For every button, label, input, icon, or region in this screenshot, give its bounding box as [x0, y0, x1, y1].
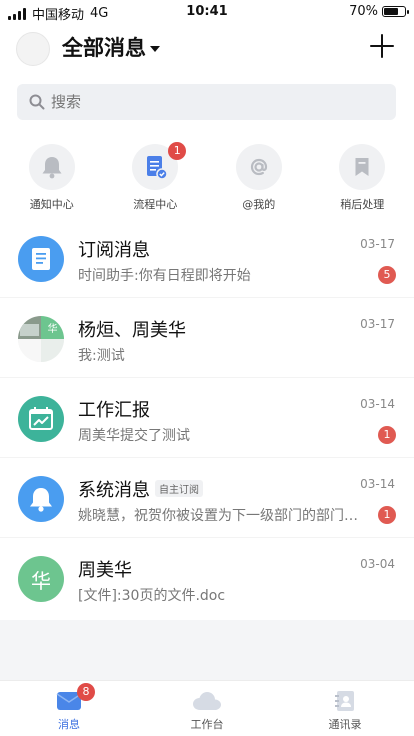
page-title: 全部消息 [62, 36, 146, 60]
quick-actions: 通知中心 1 流程中心 @我的 稍后处理 [0, 132, 414, 218]
group-avatar-icon: 华 [18, 316, 64, 362]
status-bar: 中国移动 4G 10:41 70% [0, 0, 414, 24]
message-title: 订阅消息 [78, 240, 150, 261]
quick-workflow-center[interactable]: 1 流程中心 [104, 132, 208, 218]
message-title: 杨烜、周美华 [78, 320, 186, 341]
message-date: 03-17 [360, 237, 395, 251]
quick-label: 稍后处理 [340, 198, 385, 211]
quick-at-me[interactable]: @我的 [207, 132, 311, 218]
messages-badge: 8 [77, 683, 95, 701]
bookmark-icon [339, 144, 386, 190]
workflow-badge: 1 [168, 142, 187, 160]
tab-workbench[interactable]: 工作台 [138, 681, 276, 736]
add-icon[interactable] [370, 34, 394, 58]
at-icon [235, 144, 282, 190]
workflow-doc-icon: 1 [132, 142, 187, 190]
quick-notification-center[interactable]: 通知中心 [0, 132, 104, 218]
contacts-icon [335, 691, 354, 711]
tab-label: 消息 [58, 718, 80, 731]
search-bar[interactable] [17, 84, 396, 120]
message-preview: 周美华提交了测试 [78, 428, 190, 444]
battery-percent: 70% [349, 4, 378, 19]
tab-label: 工作台 [190, 718, 224, 731]
message-date: 03-14 [360, 397, 395, 411]
tab-bar: 8 消息 工作台 通讯录 [0, 680, 414, 736]
message-title: 周美华 [78, 560, 132, 581]
cloud-icon [193, 692, 221, 710]
tab-contacts[interactable]: 通讯录 [276, 681, 414, 736]
unread-badge: 5 [378, 266, 396, 284]
unread-badge: 1 [378, 426, 396, 444]
list-item[interactable]: 华 周美华 03-04 [文件]:30页的文件.doc [0, 538, 414, 620]
header: 全部消息 [0, 24, 414, 72]
list-item[interactable]: 系统消息 自主订阅 03-14 姚晓慧，祝贺你被设置为下一级部门的部门… 1 [0, 458, 414, 538]
message-date: 03-04 [360, 557, 395, 571]
caret-down-icon [150, 46, 160, 52]
search-icon [29, 94, 45, 110]
tab-label: 通讯录 [328, 718, 362, 731]
quick-label: 通知中心 [29, 198, 74, 211]
avatar[interactable] [16, 32, 50, 66]
message-list: 订阅消息 03-17 时间助手:你有日程即将开始 5 华 杨烜、周美华 03-1… [0, 218, 414, 620]
subscription-tag: 自主订阅 [155, 480, 203, 497]
list-item[interactable]: 工作汇报 03-14 周美华提交了测试 1 [0, 378, 414, 458]
quick-label: @我的 [242, 198, 276, 211]
list-item[interactable]: 订阅消息 03-17 时间助手:你有日程即将开始 5 [0, 218, 414, 298]
message-title: 系统消息 自主订阅 [78, 476, 203, 502]
message-date: 03-14 [360, 477, 395, 491]
message-preview: 姚晓慧，祝贺你被设置为下一级部门的部门… [78, 508, 358, 524]
tab-messages[interactable]: 8 消息 [0, 681, 138, 736]
search-input[interactable] [51, 93, 351, 111]
message-preview: [文件]:30页的文件.doc [78, 588, 226, 604]
chart-calendar-icon [18, 396, 64, 442]
message-preview: 时间助手:你有日程即将开始 [78, 268, 251, 284]
quick-later[interactable]: 稍后处理 [311, 132, 414, 218]
message-preview: 我:测试 [78, 348, 125, 364]
quick-label: 流程中心 [133, 198, 178, 211]
title-dropdown[interactable]: 全部消息 [62, 32, 160, 62]
person-avatar: 华 [18, 556, 64, 602]
bell-icon [18, 476, 64, 522]
list-item[interactable]: 华 杨烜、周美华 03-17 我:测试 [0, 298, 414, 378]
document-icon [18, 236, 64, 282]
bell-icon [28, 144, 75, 190]
battery-icon [382, 6, 409, 17]
message-title: 工作汇报 [78, 400, 150, 421]
search-area [0, 72, 414, 132]
message-date: 03-17 [360, 317, 395, 331]
unread-badge: 1 [378, 506, 396, 524]
svg-text:华: 华 [48, 322, 58, 335]
